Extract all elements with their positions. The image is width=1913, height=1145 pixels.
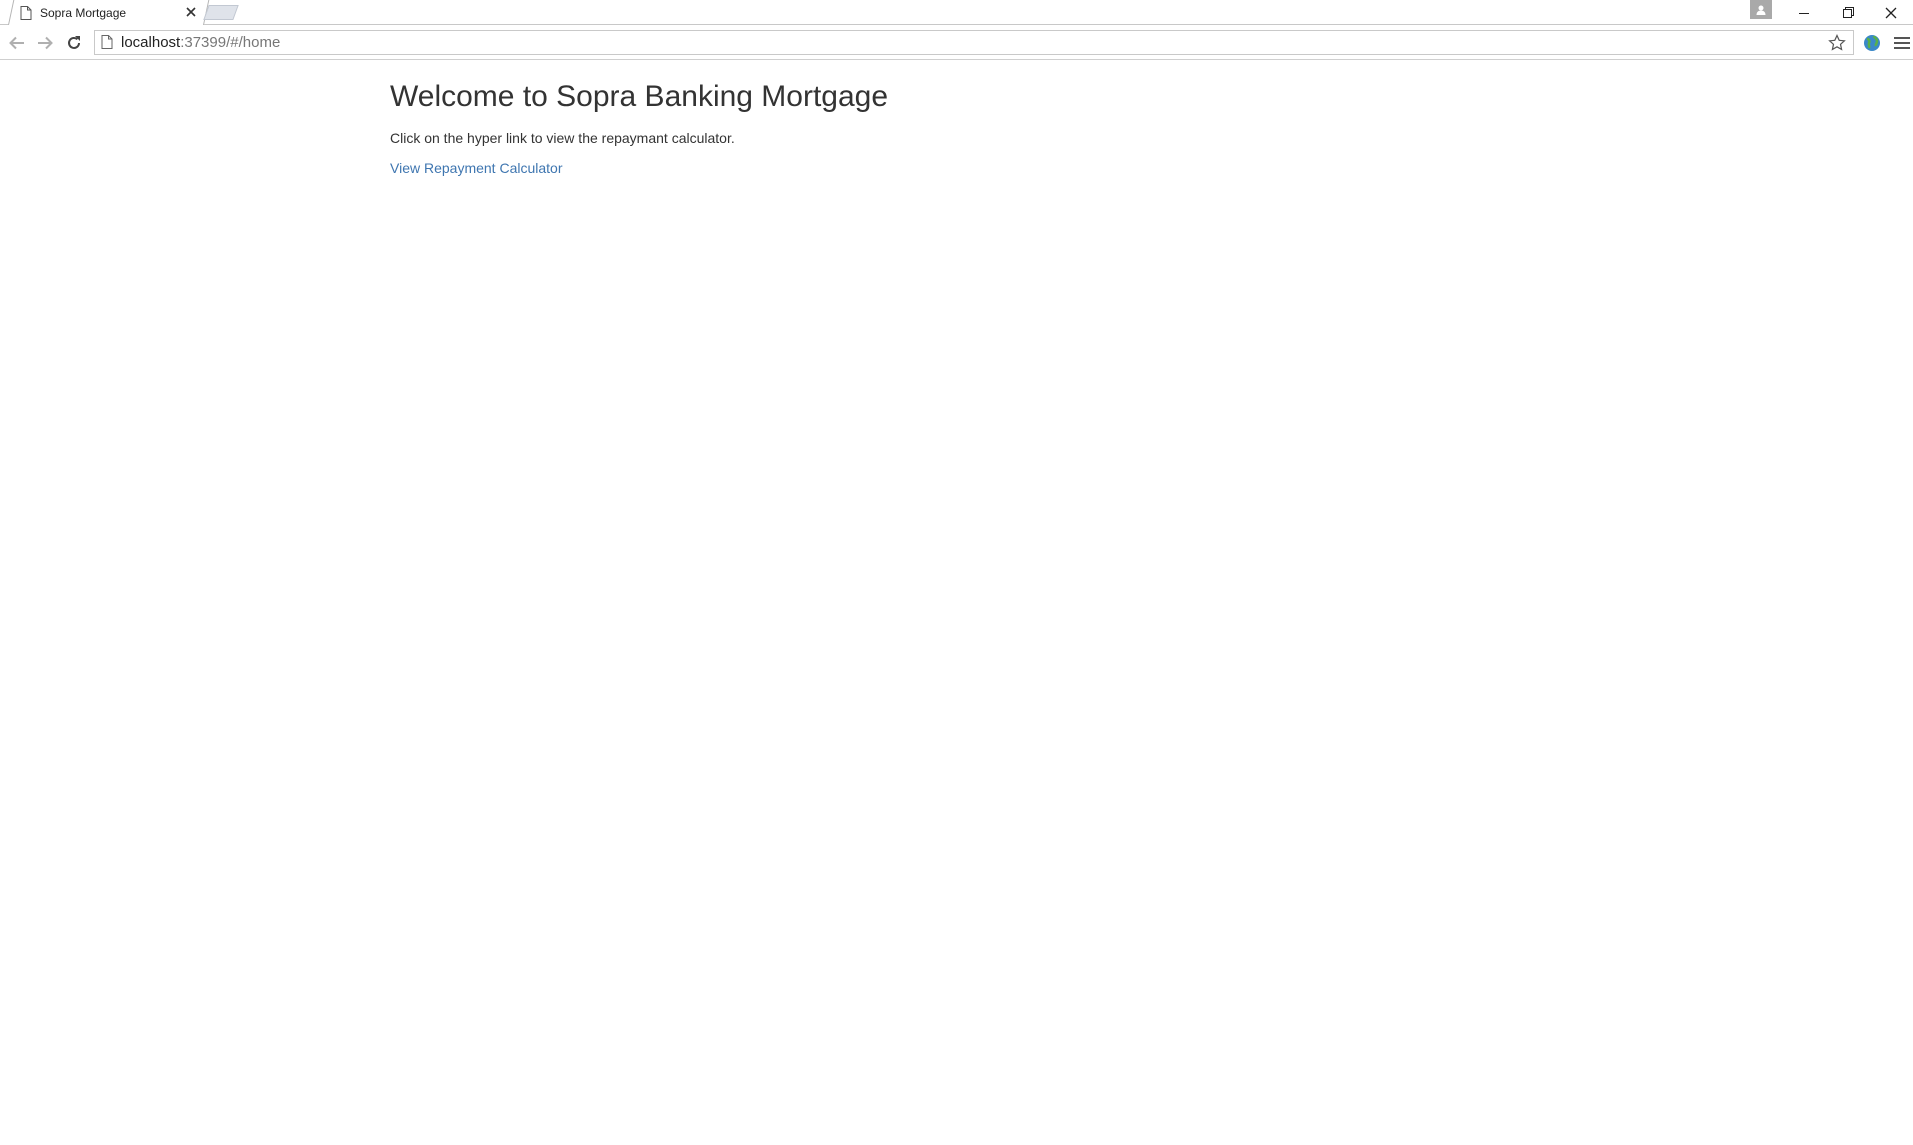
- tab-title: Sopra Mortgage: [40, 5, 127, 20]
- forward-arrow-icon[interactable]: [34, 32, 56, 54]
- tab-label-area[interactable]: Sopra Mortgage: [20, 0, 200, 25]
- restore-button[interactable]: [1826, 0, 1870, 25]
- page-info-icon[interactable]: [101, 34, 115, 51]
- globe-icon[interactable]: [1862, 33, 1882, 53]
- reload-icon[interactable]: [63, 32, 85, 54]
- address-bar[interactable]: localhost:37399/#/home: [94, 30, 1854, 55]
- new-tab-button[interactable]: [203, 5, 239, 20]
- back-arrow-icon[interactable]: [6, 32, 28, 54]
- instruction-text: Click on the hyper link to view the repa…: [390, 130, 735, 146]
- hamburger-menu-icon[interactable]: [1894, 33, 1910, 53]
- view-repayment-calculator-link[interactable]: View Repayment Calculator: [390, 160, 563, 176]
- page-content: Welcome to Sopra Banking Mortgage Click …: [390, 60, 888, 178]
- star-icon[interactable]: [1827, 33, 1847, 53]
- person-icon[interactable]: [1750, 0, 1772, 19]
- close-icon[interactable]: [184, 5, 198, 19]
- url-text[interactable]: localhost:37399/#/home: [121, 34, 280, 51]
- browser-toolbar: localhost:37399/#/home: [0, 25, 1913, 60]
- url-host: localhost: [121, 34, 181, 51]
- page-icon: [20, 5, 34, 20]
- url-path: :37399/#/home: [180, 34, 281, 51]
- tab-strip: Sopra Mortgage: [0, 0, 1913, 25]
- page-heading: Welcome to Sopra Banking Mortgage: [390, 80, 889, 113]
- close-window-button[interactable]: [1869, 0, 1913, 25]
- minimize-button[interactable]: [1782, 0, 1826, 25]
